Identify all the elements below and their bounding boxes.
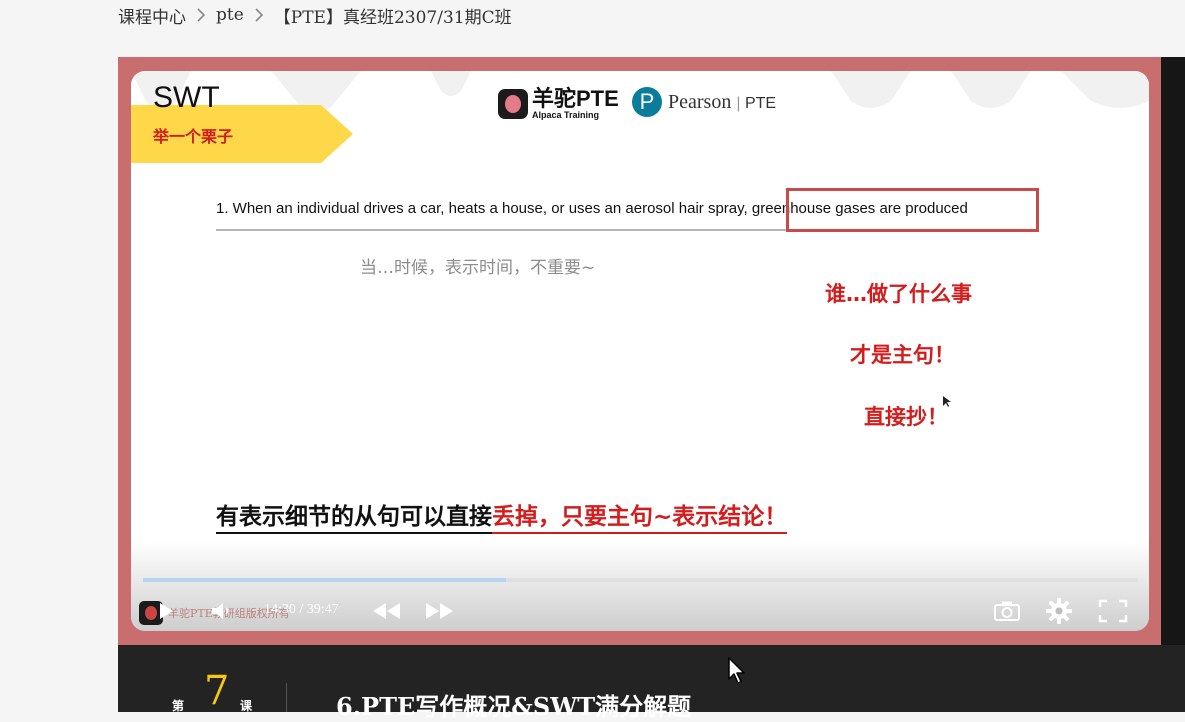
progress-bar-fill — [143, 578, 506, 582]
mouse-cursor-icon — [943, 393, 951, 412]
lesson-prefix: 第 — [172, 699, 185, 713]
breadcrumb: 课程中心 pte 【PTE】真经班2307/31期C班 — [118, 2, 512, 28]
divider — [286, 683, 287, 712]
time-display: 14:30 / 39:47 — [264, 602, 339, 617]
note-main-clause: 才是主句！ — [850, 343, 955, 367]
alpaca-brand: 羊驼PTE — [532, 86, 619, 111]
breadcrumb-item-current-class: 【PTE】真经班2307/31期C班 — [273, 7, 512, 28]
conclusion-text: 有表示细节的从句可以直接丢掉，只要主句~表示结论！ — [216, 497, 788, 534]
fullscreen-button[interactable] — [1097, 598, 1129, 624]
sentence-underline — [216, 229, 786, 231]
slide-content: SWT 举一个栗子 羊驼PTE Alpaca Training P Pearso… — [131, 71, 1149, 631]
mouse-pointer-icon — [728, 657, 746, 689]
volume-button[interactable] — [209, 600, 235, 622]
fast-forward-icon — [426, 603, 453, 619]
alpaca-brand-sub: Alpaca Training — [532, 110, 600, 120]
alpaca-logo: 羊驼PTE Alpaca Training — [498, 88, 619, 120]
play-button[interactable] — [153, 600, 179, 622]
note-when: 当…时候，表示时间，不重要~ — [360, 258, 596, 278]
fast-forward-button[interactable] — [423, 600, 455, 622]
screenshot-button[interactable] — [991, 598, 1023, 624]
conclusion-red: 丢掉，只要主句~表示结论！ — [492, 504, 788, 534]
rewind-button[interactable] — [371, 600, 403, 622]
screenshot-icon — [994, 601, 1020, 621]
rewind-icon — [373, 603, 400, 619]
lesson-suffix: 课 — [240, 699, 253, 713]
note-who: 谁…做了什么事 — [825, 282, 972, 306]
pearson-pte: PTE — [744, 94, 777, 112]
settings-button[interactable] — [1044, 597, 1074, 625]
highlight-box — [786, 188, 1039, 232]
breadcrumb-item-pte[interactable]: pte — [216, 5, 244, 25]
chevron-right-icon — [254, 8, 264, 22]
alpaca-icon — [498, 89, 528, 119]
breadcrumb-item-course-center[interactable]: 课程中心 — [118, 3, 186, 28]
note-copy: 直接抄！ — [864, 405, 948, 429]
progress-bar[interactable] — [143, 578, 1138, 582]
fullscreen-icon — [1098, 599, 1128, 623]
pearson-icon: P — [632, 87, 662, 117]
lesson-title[interactable]: 6.PTE写作概况&SWT满分解题 — [336, 687, 691, 722]
settings-icon — [1046, 598, 1072, 624]
volume-icon — [212, 603, 229, 619]
conclusion-black: 有表示细节的从句可以直接 — [216, 504, 492, 534]
lesson-number: 7 — [204, 668, 230, 714]
play-icon — [160, 603, 173, 619]
slide-subtitle: 举一个栗子 — [153, 127, 234, 146]
chevron-right-icon — [196, 8, 206, 22]
slide-title: SWT — [153, 81, 220, 114]
video-player[interactable]: SWT 举一个栗子 羊驼PTE Alpaca Training P Pearso… — [118, 57, 1185, 645]
lesson-bar: 第 7 课 6.PTE写作概况&SWT满分解题 — [118, 645, 1185, 721]
pearson-brand: Pearson — [668, 90, 732, 113]
pearson-logo: P Pearson | PTE — [632, 87, 776, 117]
video-frame: SWT 举一个栗子 羊驼PTE Alpaca Training P Pearso… — [118, 57, 1161, 645]
